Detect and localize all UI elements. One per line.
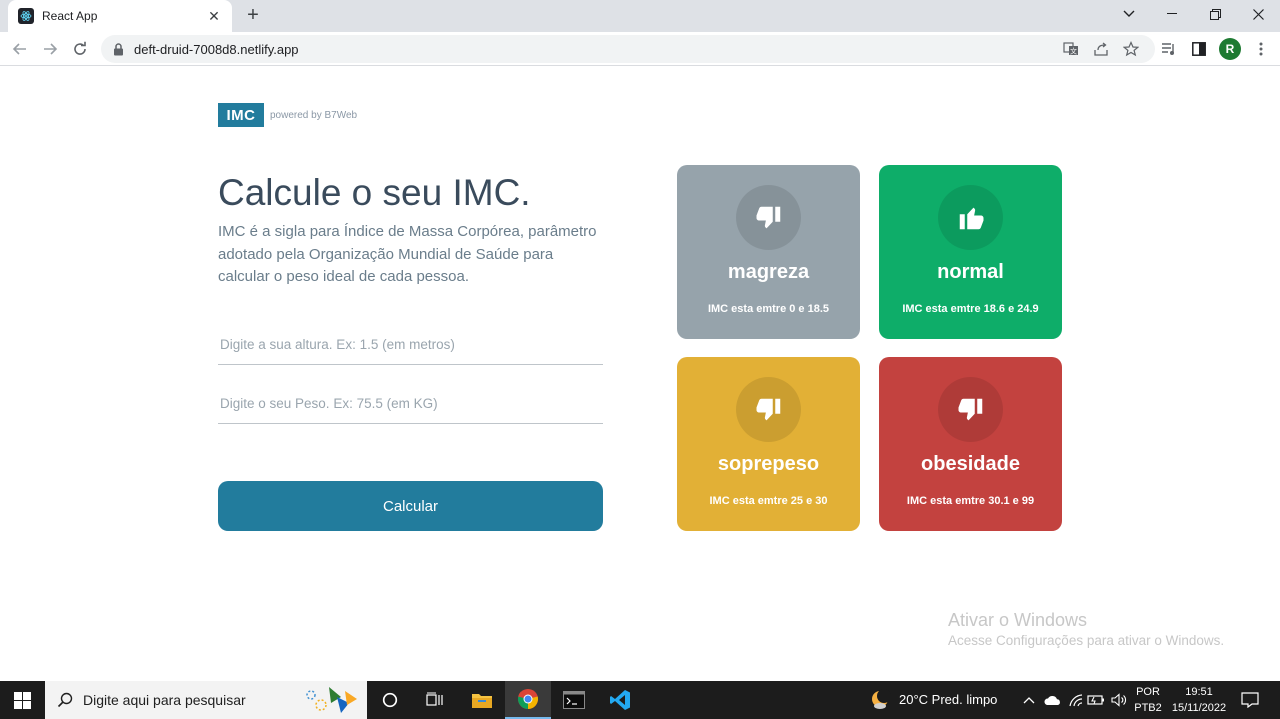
thumbs-down-icon	[938, 377, 1003, 442]
profile-avatar[interactable]: R	[1219, 38, 1241, 60]
lock-icon	[113, 42, 124, 56]
restore-button[interactable]	[1203, 4, 1227, 24]
card-range: IMC esta emtre 0 e 18.5	[707, 303, 830, 315]
tab-close-icon[interactable]: ✕	[206, 8, 222, 25]
search-highlight-icon	[297, 683, 365, 717]
activate-windows-title: Ativar o Windows	[948, 610, 1088, 630]
weather-text[interactable]: 20°C Pred. limpo	[899, 692, 997, 707]
search-icon	[57, 692, 73, 708]
forward-button[interactable]	[40, 39, 60, 59]
tab-search-button[interactable]	[1117, 4, 1141, 24]
card-obesidade: obesidade IMC esta emtre 30.1 e 99	[879, 357, 1062, 531]
clock-time[interactable]: 19:51	[1168, 686, 1230, 698]
thumbs-down-icon	[736, 185, 801, 250]
cortana-icon[interactable]	[367, 681, 413, 719]
weather-moon-icon[interactable]	[857, 681, 903, 719]
browser-toolbar: deft-druid-7008d8.netlify.app 文 R	[0, 32, 1280, 66]
card-title: obesidade	[921, 453, 1020, 475]
page-description: IMC é a sigla para Índice de Massa Corpó…	[218, 223, 597, 285]
vscode-taskbar-icon[interactable]	[597, 681, 643, 719]
minimize-button[interactable]	[1160, 4, 1184, 24]
windows-taskbar: 20°C Pred. limpo POR PTB2 19:51 15/11/20…	[0, 681, 1280, 719]
keyboard-layout-indicator[interactable]: PTB2	[1132, 702, 1164, 714]
imc-logo: IMC	[218, 103, 264, 127]
taskbar-search-input[interactable]	[83, 692, 283, 708]
windows-start-button[interactable]	[0, 681, 45, 719]
svg-text:文: 文	[1070, 47, 1077, 56]
close-window-button[interactable]	[1246, 4, 1270, 24]
back-button[interactable]	[10, 39, 30, 59]
tab-title: React App	[42, 9, 98, 23]
powered-by-text: powered by B7Web	[270, 109, 358, 121]
height-input[interactable]	[220, 337, 603, 352]
task-view-icon[interactable]	[412, 681, 458, 719]
weight-input[interactable]	[220, 396, 603, 411]
media-control-icon[interactable]	[1161, 41, 1177, 57]
card-title: normal	[937, 261, 1004, 283]
thumbs-down-icon	[736, 377, 801, 442]
card-normal: normal IMC esta emtre 18.6 e 24.9	[879, 165, 1062, 339]
header-logo: IMC powered by B7Web	[218, 103, 357, 127]
activate-windows-subtitle: Acesse Configurações para ativar o Windo…	[948, 633, 1225, 648]
card-soprepeso: soprepeso IMC esta emtre 25 e 30	[677, 357, 860, 531]
bookmark-star-icon[interactable]	[1123, 41, 1139, 57]
side-panel-icon[interactable]	[1191, 41, 1207, 57]
share-icon[interactable]	[1093, 41, 1109, 57]
chrome-taskbar-icon[interactable]	[505, 681, 551, 719]
notifications-icon[interactable]	[1230, 681, 1270, 719]
height-field	[218, 325, 603, 365]
taskbar-search[interactable]	[45, 681, 367, 719]
card-title: magreza	[727, 261, 810, 283]
address-bar[interactable]: deft-druid-7008d8.netlify.app 文	[101, 35, 1155, 63]
card-title: soprepeso	[717, 453, 820, 475]
menu-kebab-icon[interactable]	[1253, 41, 1269, 57]
translate-icon[interactable]: 文	[1063, 41, 1079, 57]
calculate-button[interactable]: Calcular	[218, 481, 603, 531]
react-favicon-icon	[18, 8, 34, 24]
terminal-taskbar-icon[interactable]	[551, 681, 597, 719]
reload-button[interactable]	[70, 39, 90, 59]
clock-date[interactable]: 15/11/2022	[1168, 702, 1230, 714]
browser-tab[interactable]: React App ✕	[8, 0, 232, 32]
file-explorer-icon[interactable]	[459, 681, 505, 719]
browser-tab-bar: React App ✕ +	[0, 0, 1280, 32]
language-indicator[interactable]: POR	[1132, 686, 1164, 698]
card-range: IMC esta emtre 25 e 30	[709, 495, 828, 507]
card-magreza: magreza IMC esta emtre 0 e 18.5	[677, 165, 860, 339]
url-text: deft-druid-7008d8.netlify.app	[134, 41, 299, 57]
card-range: IMC esta emtre 30.1 e 99	[906, 495, 1035, 507]
card-range: IMC esta emtre 18.6 e 24.9	[902, 303, 1039, 315]
thumbs-up-icon	[938, 185, 1003, 250]
weight-field	[218, 384, 603, 424]
page-title: Calcule o seu IMC.	[218, 172, 531, 213]
new-tab-button[interactable]: +	[243, 5, 263, 25]
